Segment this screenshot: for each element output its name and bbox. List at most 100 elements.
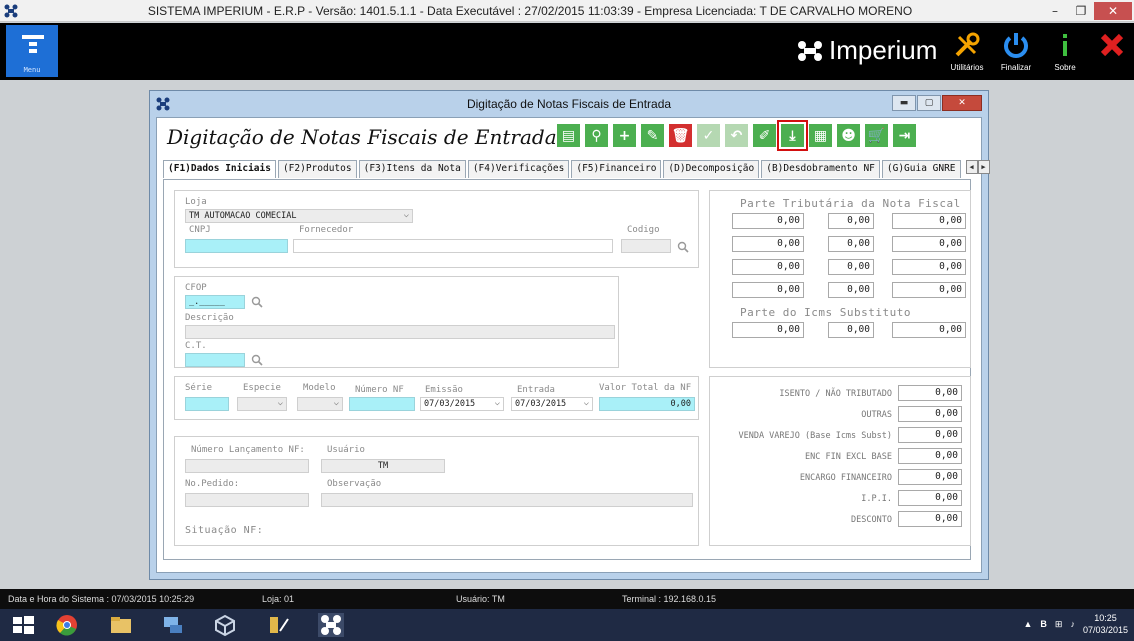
fornecedor-input[interactable] [293,239,613,253]
cart-button[interactable]: 🛒 [865,124,888,147]
finalizar-button[interactable]: Finalizar [994,31,1038,77]
trib-r3-c3[interactable]: 0,00 [892,259,966,275]
menu-button[interactable]: Menu [6,25,58,77]
total-value-outras[interactable]: 0,00 [898,406,962,422]
serie-input[interactable] [185,397,229,411]
chrome-icon[interactable] [54,613,80,637]
tools-app-icon[interactable] [266,613,292,637]
language-indicator[interactable]: B [1040,619,1047,629]
tab-desdobramento[interactable]: (B)Desdobramento NF [761,160,880,178]
modelo-select[interactable]: ⌵ [297,397,343,411]
tab-decomposicao[interactable]: (D)Decomposição [663,160,760,178]
fornecedor-label: Fornecedor [299,225,354,235]
total-value-ipi[interactable]: 0,00 [898,490,962,506]
app-topbar: Menu Imperium Utilitários Finalizar Sobr… [0,23,1134,80]
trib-r3-c2[interactable]: 0,00 [828,259,874,275]
emissao-date[interactable]: 07/03/2015 ⌵ [420,397,504,411]
factory-button[interactable]: ▦ [809,124,832,147]
trib-r2-c1[interactable]: 0,00 [732,236,804,252]
delete-icon: 🗑 [671,127,690,144]
total-value-isento[interactable]: 0,00 [898,385,962,401]
window-minimize-button[interactable]: ▬ [892,95,916,111]
search-cfop-icon[interactable] [251,296,263,308]
tab-scroll-right-icon[interactable]: ▶ [977,160,990,174]
total-label-venda-varejo: VENDA VAREJO (Base Icms Subst) [738,431,892,441]
observacao-input[interactable] [321,493,693,507]
utilitarios-button[interactable]: Utilitários [945,31,989,77]
tab-produtos[interactable]: (F2)Produtos [277,160,357,178]
clear-button[interactable]: ✐ [753,124,776,147]
icms-c3[interactable]: 0,00 [892,322,966,338]
imperium-task-icon[interactable] [318,613,344,637]
confirm-button[interactable]: ✓ [697,124,720,147]
network-icon[interactable]: ⊞ [1055,619,1063,630]
trib-r1-c3[interactable]: 0,00 [892,213,966,229]
loja-select[interactable]: TM AUTOMACAO COMECIAL ⌵ [185,209,413,223]
window-maximize-button[interactable]: ▢ [917,95,941,111]
search-button[interactable]: ⚲ [585,124,608,147]
document-button[interactable]: ▤ [557,124,580,147]
valor-total-input[interactable]: 0,00 [599,397,695,411]
tab-financeiro[interactable]: (F5)Financeiro [571,160,662,178]
trib-r2-c2[interactable]: 0,00 [828,236,874,252]
sobre-button[interactable]: Sobre [1043,31,1087,77]
exit-button[interactable]: ⇥ [893,124,916,147]
dados-iniciais-panel: Loja TM AUTOMACAO COMECIAL ⌵ CNPJ Fornece… [163,179,971,560]
window-controls: ▬ ▢ ✕ [892,95,982,111]
descricao-label: Descrição [185,313,234,323]
trib-r2-c3[interactable]: 0,00 [892,236,966,252]
ct-input[interactable] [185,353,245,367]
tab-dados-iniciais[interactable]: (F1)Dados Iniciais [163,160,276,178]
total-value-encargo[interactable]: 0,00 [898,469,962,485]
clock[interactable]: 10:25 07/03/2015 [1083,612,1128,636]
trib-r4-c1[interactable]: 0,00 [732,282,804,298]
edit-button[interactable]: ✎ [641,124,664,147]
loja-section: Loja TM AUTOMACAO COMECIAL ⌵ CNPJ Fornece… [174,190,699,268]
cfop-input[interactable]: _._____ [185,295,245,309]
user-button[interactable]: ☻ [837,124,860,147]
nota-fiscal-window: Digitação de Notas Fiscais de Entrada ▬ … [149,90,990,580]
tray-up-icon[interactable]: ▲ [1023,619,1032,629]
numero-lancamento-input[interactable] [185,459,309,473]
no-pedido-input[interactable] [185,493,309,507]
package-app-icon[interactable] [212,613,238,637]
loja-label: Loja [185,197,207,207]
cnpj-input[interactable] [185,239,288,253]
search-ct-icon[interactable] [251,354,263,366]
add-button[interactable]: + [613,124,636,147]
os-window-title: SISTEMA IMPERIUM - E.R.P - Versão: 1401.… [147,3,913,18]
minimize-button[interactable]: – [1042,2,1068,20]
trib-r4-c2[interactable]: 0,00 [828,282,874,298]
tab-itens-da-nota[interactable]: (F3)Itens da Nota [358,160,466,178]
numero-nf-input[interactable] [349,397,415,411]
file-explorer-icon[interactable] [108,613,134,637]
import-button[interactable]: ⤓ [777,120,808,151]
restore-button[interactable]: ❐ [1068,2,1094,20]
search-codigo-icon[interactable] [677,241,689,253]
close-button[interactable]: ✕ [1094,1,1132,20]
window-close-button[interactable]: ✕ [942,95,982,111]
usuario-input[interactable]: TM [321,459,445,473]
tab-verificacoes[interactable]: (F4)Verificações [467,160,570,178]
entrada-date[interactable]: 07/03/2015 ⌵ [511,397,593,411]
total-value-venda-varejo[interactable]: 0,00 [898,427,962,443]
delete-button[interactable]: 🗑 [669,124,692,147]
windows-start-icon[interactable] [10,613,36,637]
tab-guia-gnre[interactable]: (G)Guia GNRE [881,160,961,178]
tab-scroll-left-icon[interactable]: ◀ [965,160,978,174]
exit-app-button[interactable] [1090,31,1134,77]
undo-button[interactable]: ↶ [725,124,748,147]
trib-r1-c2[interactable]: 0,00 [828,213,874,229]
total-value-desconto[interactable]: 0,00 [898,511,962,527]
descricao-input[interactable] [185,325,615,339]
total-value-enc-fin-excl[interactable]: 0,00 [898,448,962,464]
especie-select[interactable]: ⌵ [237,397,287,411]
volume-icon[interactable]: ♪ [1070,619,1075,629]
icms-c2[interactable]: 0,00 [828,322,874,338]
trib-r3-c1[interactable]: 0,00 [732,259,804,275]
codigo-input[interactable] [621,239,671,253]
network-app-icon[interactable] [160,613,186,637]
icms-c1[interactable]: 0,00 [732,322,804,338]
trib-r4-c3[interactable]: 0,00 [892,282,966,298]
trib-r1-c1[interactable]: 0,00 [732,213,804,229]
